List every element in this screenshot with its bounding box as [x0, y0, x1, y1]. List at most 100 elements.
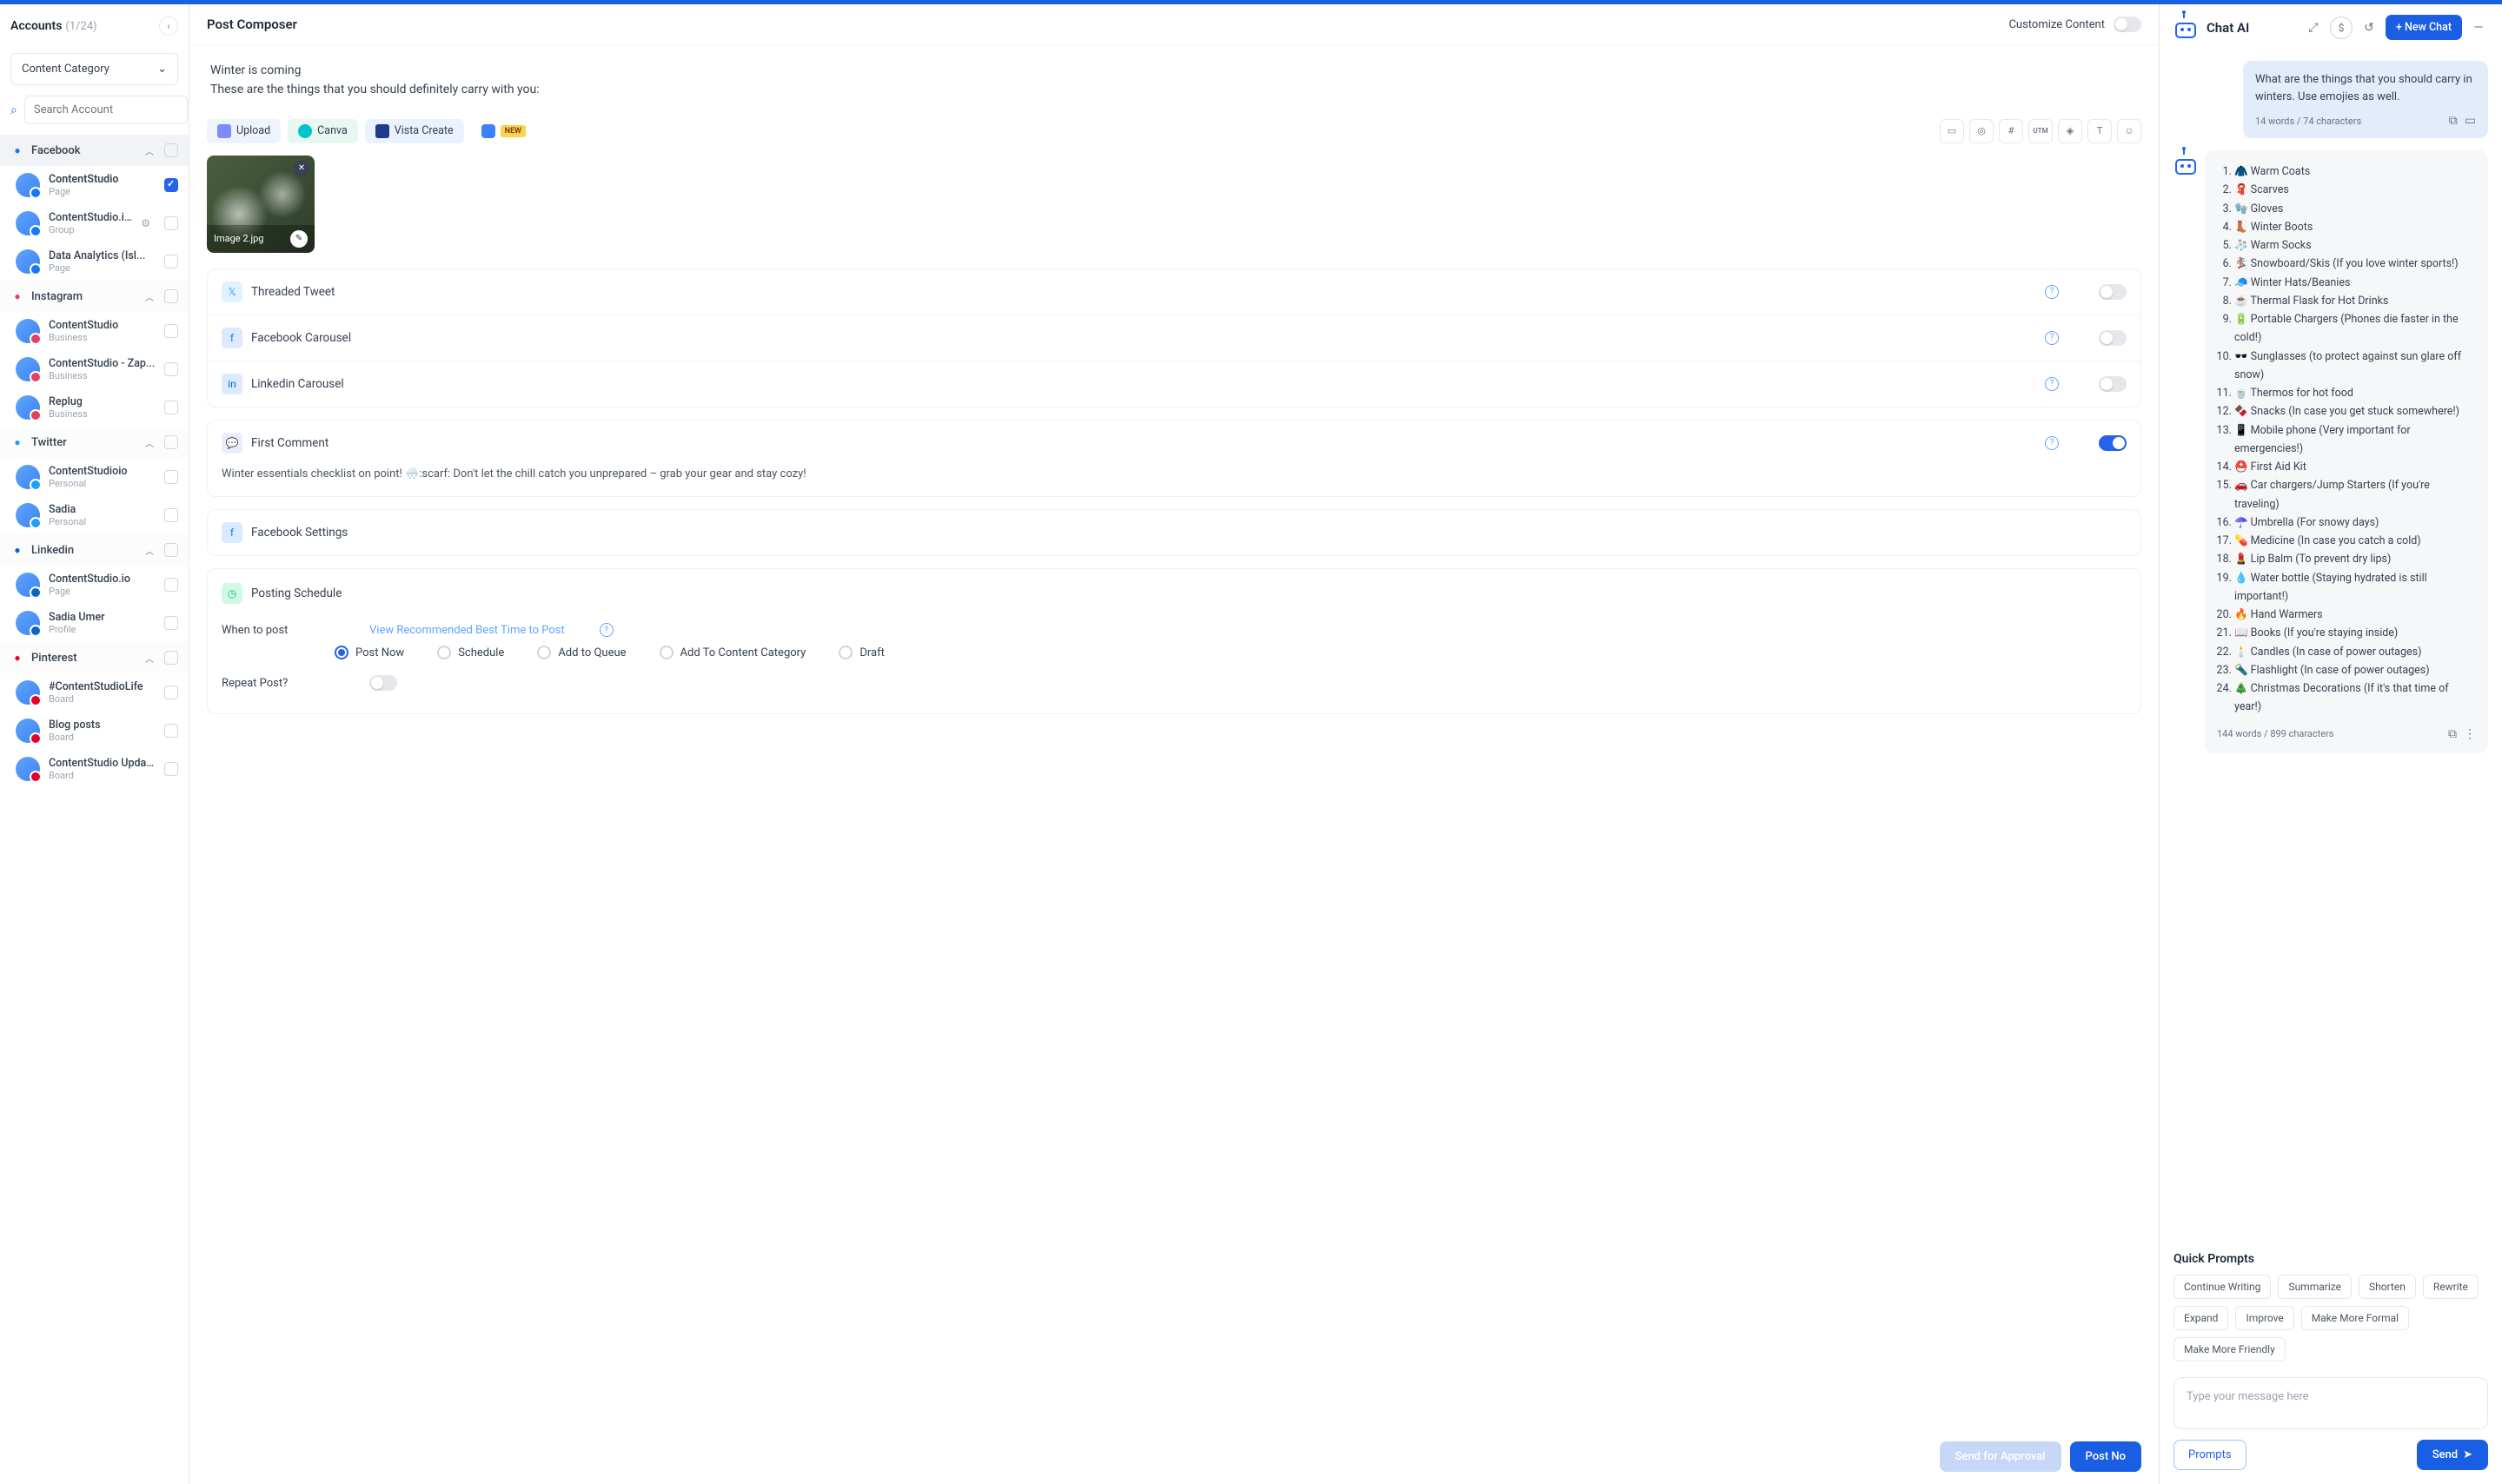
account-row[interactable]: ContentStudioPage — [0, 166, 189, 204]
network-header-linkedin[interactable]: ●Linkedin︿ — [0, 534, 189, 566]
network-checkbox[interactable] — [164, 651, 178, 665]
network-header-facebook[interactable]: ●Facebook︿ — [0, 135, 189, 166]
facebook-icon: f — [222, 328, 242, 348]
account-row[interactable]: SadiaPersonal — [0, 496, 189, 534]
help-icon[interactable]: ? — [2045, 285, 2059, 299]
ai-tool-button[interactable]: NEW — [471, 119, 536, 143]
schedule-option-add-to-queue[interactable]: Add to Queue — [537, 646, 626, 659]
account-row[interactable]: ContentStudioBusiness — [0, 312, 189, 350]
content-category-select[interactable]: Content Category ⌄ — [10, 53, 178, 85]
edit-image-button[interactable]: ✎ — [290, 230, 308, 248]
help-icon[interactable]: ? — [2045, 331, 2059, 345]
remove-image-button[interactable]: ✕ — [294, 161, 309, 176]
network-header-twitter[interactable]: ●Twitter︿ — [0, 427, 189, 458]
account-row[interactable]: ContentStudioioPersonal — [0, 458, 189, 496]
network-checkbox[interactable] — [164, 435, 178, 449]
copy-icon[interactable]: ⧉ — [2448, 727, 2457, 741]
expand-icon[interactable]: ⤢ — [2304, 18, 2323, 37]
vista-create-button[interactable]: Vista Create — [365, 119, 464, 143]
first-comment-text[interactable]: Winter essentials checklist on point! 🌨️… — [208, 466, 2140, 497]
network-header-instagram[interactable]: ●Instagram︿ — [0, 281, 189, 312]
quick-prompt-expand[interactable]: Expand — [2173, 1306, 2228, 1330]
schedule-option-post-now[interactable]: Post Now — [335, 646, 404, 659]
account-checkbox[interactable] — [164, 178, 178, 192]
radio-icon — [537, 646, 551, 659]
account-row[interactable]: Sadia UmerProfile — [0, 604, 189, 642]
ai-list-item: 🏂 Snowboard/Skis (If you love winter spo… — [2234, 255, 2476, 273]
account-checkbox[interactable] — [164, 401, 178, 414]
account-checkbox[interactable] — [164, 508, 178, 522]
send-approval-button[interactable]: Send for Approval — [1940, 1441, 2061, 1472]
location-icon[interactable]: ◎ — [1969, 119, 1994, 143]
account-row[interactable]: Blog postsBoard — [0, 712, 189, 750]
network-checkbox[interactable] — [164, 143, 178, 157]
account-row[interactable]: Data Analytics (Isl...Page — [0, 242, 189, 281]
save-icon[interactable]: ▭ — [1940, 119, 1964, 143]
upload-button[interactable]: Upload — [207, 119, 281, 143]
save-icon[interactable]: ▭ — [2465, 114, 2476, 128]
quick-prompt-continue-writing[interactable]: Continue Writing — [2173, 1275, 2271, 1299]
send-button[interactable]: Send➤ — [2417, 1440, 2488, 1470]
minimize-icon[interactable]: — — [2469, 18, 2488, 37]
quick-prompt-rewrite[interactable]: Rewrite — [2423, 1275, 2479, 1299]
account-checkbox[interactable] — [164, 470, 178, 484]
schedule-option-draft[interactable]: Draft — [839, 646, 885, 659]
utm-button[interactable]: UTM — [2028, 119, 2053, 143]
emoji-icon[interactable]: ☺ — [2117, 119, 2141, 143]
copy-icon[interactable]: ⧉ — [2449, 114, 2458, 128]
quick-prompt-improve[interactable]: Improve — [2235, 1306, 2293, 1330]
help-icon[interactable]: ? — [2045, 436, 2059, 450]
account-checkbox[interactable] — [164, 578, 178, 592]
chat-input[interactable]: Type your message here — [2173, 1377, 2488, 1429]
more-icon[interactable]: ⋮ — [2464, 727, 2476, 741]
customize-toggle[interactable] — [2114, 17, 2141, 32]
account-checkbox[interactable] — [164, 324, 178, 338]
network-header-pinterest[interactable]: ●Pinterest︿ — [0, 642, 189, 673]
new-chat-button[interactable]: + New Chat — [2386, 15, 2462, 40]
first-comment-toggle[interactable] — [2099, 435, 2127, 451]
hashtag-icon[interactable]: # — [1999, 119, 2023, 143]
account-checkbox[interactable] — [164, 216, 178, 230]
text-icon[interactable]: T — [2087, 119, 2112, 143]
account-row[interactable]: #ContentStudioLifeBoard — [0, 673, 189, 712]
network-checkbox[interactable] — [164, 289, 178, 303]
account-row[interactable]: ContentStudio - Zap...Business — [0, 350, 189, 388]
account-checkbox[interactable] — [164, 724, 178, 738]
link-icon[interactable]: ◈ — [2058, 119, 2082, 143]
credits-icon[interactable]: $ — [2330, 17, 2353, 39]
account-checkbox[interactable] — [164, 362, 178, 376]
account-checkbox[interactable] — [164, 762, 178, 776]
threaded-tweet-label: Threaded Tweet — [251, 285, 2036, 299]
help-icon[interactable]: ? — [600, 623, 614, 637]
quick-prompt-make-more-friendly[interactable]: Make More Friendly — [2173, 1337, 2286, 1361]
history-icon[interactable]: ↺ — [2359, 18, 2379, 37]
account-row[interactable]: ContentStudio Updat...Board — [0, 750, 189, 788]
search-icon: ⌕ — [10, 103, 17, 117]
post-now-button[interactable]: Post No — [2070, 1441, 2141, 1472]
schedule-option-add-to-content-category[interactable]: Add To Content Category — [660, 646, 806, 659]
quick-prompt-shorten[interactable]: Shorten — [2359, 1275, 2416, 1299]
quick-prompt-make-more-formal[interactable]: Make More Formal — [2301, 1306, 2409, 1330]
composer-text-area[interactable]: Winter is coming These are the things th… — [207, 45, 2141, 112]
fb-carousel-toggle[interactable] — [2099, 330, 2127, 346]
search-account-input[interactable] — [24, 96, 188, 124]
schedule-option-schedule[interactable]: Schedule — [437, 646, 504, 659]
gear-icon[interactable]: ⚙ — [141, 217, 150, 229]
account-row[interactable]: ContentStudio.ioPage — [0, 566, 189, 604]
repeat-post-toggle[interactable] — [369, 675, 397, 691]
account-checkbox[interactable] — [164, 686, 178, 699]
network-checkbox[interactable] — [164, 543, 178, 557]
account-checkbox[interactable] — [164, 255, 178, 268]
canva-button[interactable]: Canva — [288, 119, 358, 143]
account-row[interactable]: ContentStudio.io Co...Group⚙ — [0, 204, 189, 242]
quick-prompt-summarize[interactable]: Summarize — [2278, 1275, 2352, 1299]
recommended-time-link[interactable]: View Recommended Best Time to Post — [369, 624, 565, 637]
prompts-button[interactable]: Prompts — [2173, 1440, 2246, 1470]
threaded-tweet-toggle[interactable] — [2099, 284, 2127, 300]
li-carousel-toggle[interactable] — [2099, 376, 2127, 392]
collapse-sidebar-button[interactable]: ‹ — [159, 17, 178, 36]
account-row[interactable]: ReplugBusiness — [0, 388, 189, 427]
account-checkbox[interactable] — [164, 616, 178, 630]
help-icon[interactable]: ? — [2045, 377, 2059, 391]
avatar — [16, 611, 40, 635]
